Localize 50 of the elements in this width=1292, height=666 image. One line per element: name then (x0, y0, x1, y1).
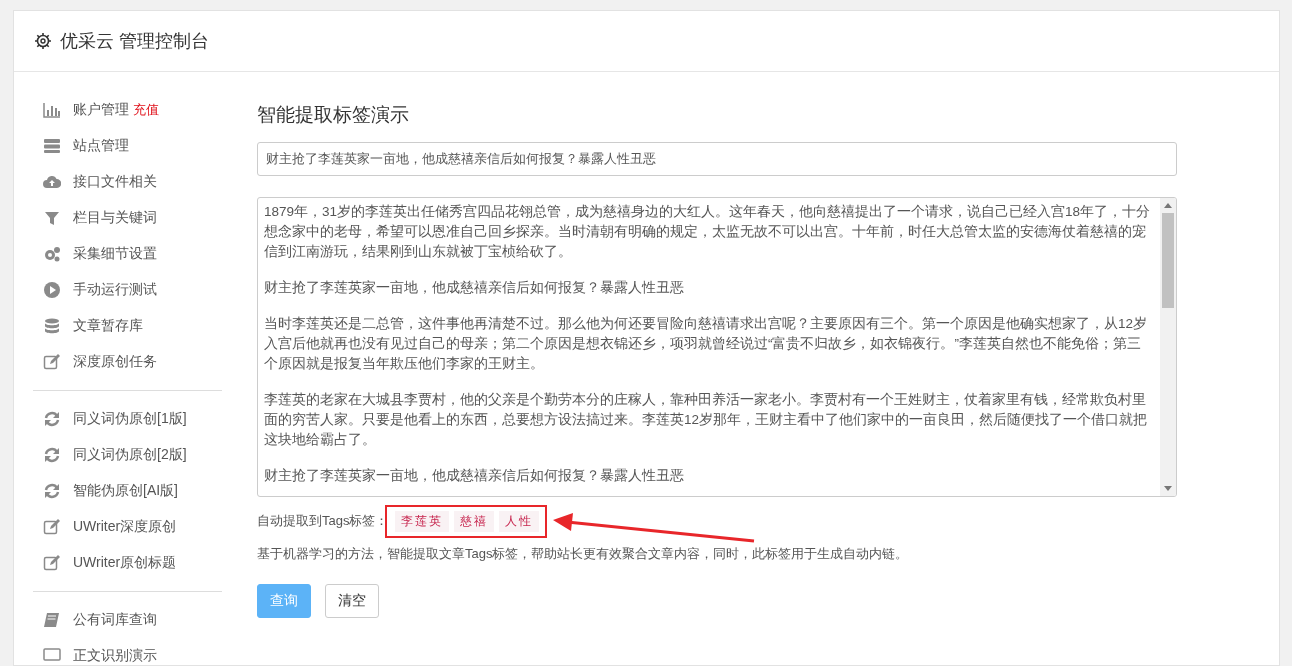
sidebar-link[interactable]: 文章暂存库 (73, 317, 143, 335)
edit-icon (43, 518, 61, 536)
sidebar-link[interactable]: UWriter深度原创 (73, 518, 177, 536)
refresh-icon (43, 446, 61, 464)
title-input-field[interactable]: 财主抢了李莲英家一亩地，他成慈禧亲信后如何报复？暴露人性丑恶 (257, 142, 1177, 176)
tags-label: 自动提取到Tags标签： (257, 512, 389, 530)
play-icon (43, 281, 61, 299)
sidebar-link[interactable]: UWriter原创标题 (73, 554, 177, 572)
edit-icon (43, 554, 61, 572)
cloud-upload-icon (43, 173, 61, 191)
tag: 人性 (499, 510, 540, 532)
scroll-up-arrow-icon[interactable] (1164, 203, 1172, 208)
scroll-down-arrow-icon[interactable] (1164, 486, 1172, 491)
sidebar-link[interactable]: 手动运行测试 (73, 281, 157, 299)
settings-icon (34, 32, 52, 50)
sidebar-link[interactable]: 同义词伪原创[2版] (73, 446, 187, 464)
section-heading: 智能提取标签演示 (257, 103, 410, 127)
description-text: 基于机器学习的方法，智能提取文章Tags标签，帮助站长更有效聚合文章内容，同时，此标签用于生成自动内链。 (257, 545, 910, 563)
edit-icon (43, 353, 61, 371)
article-paragraph: 当时李莲英还是二总管，这件事他再清楚不过。那么他为何还要冒险向慈禧请求出宫呢？主要原因有三个。第一个原因是他确实想家了，从12岁入宫后他就再也没有见过自己的母亲；第二个原因是想衣锦还乡，项羽就曾经说过“富贵不归故乡，如衣锦夜行。”李莲英自然也不能免俗；第三个原因就是报复当年欺压他们李家的王财主。 (264, 315, 1149, 373)
database-icon (43, 317, 61, 335)
bar-chart-icon (43, 101, 61, 119)
article-paragraph: 1879年，31岁的李莲英出任储秀宫四品花翎总管，成为慈禧身边的大红人。这年春天，他向慈禧提出了一个请求，说自己已经入宫18年了，十分想念家中的老母，希望可以恩准自己回乡探亲。当时清朝有明确的规定，太监无故不可以出宫。十年前，时任大总管太监的安德海仗着慈禧的宠信到江南游玩，结果刚到山东就被丁宝桢给砍了。 (264, 203, 1152, 261)
sidebar-link[interactable]: 采集细节设置 (73, 245, 157, 263)
scrollbar-thumb[interactable] (1162, 213, 1174, 308)
article-paragraph: 李莲英的老家在大城县李贾村，他的父亲是个勤劳本分的庄稼人，靠种田养活一家老小。李贾村有一个王姓财主，仗着家里有钱，经常欺负村里面的穷苦人家。只要是他看上的东西，总要想方设法搞过来。李莲英12岁那年，王财主看中了他们家中的一亩良田，然后随便找了一个借口就把这块地给霸占了。 (264, 391, 1149, 449)
clear-button[interactable]: 清空 (325, 584, 379, 618)
book-icon (43, 611, 61, 629)
page-title: 优采云 管理控制台 (60, 30, 209, 53)
article-paragraph: 财主抢了李莲英家一亩地，他成慈禧亲信后如何报复？暴露人性丑恶 (264, 279, 685, 297)
refresh-icon (43, 482, 61, 500)
sidebar-link[interactable]: 同义词伪原创[1版] (73, 410, 187, 428)
article-paragraph: 财主抢了李莲英家一亩地，他成慈禧亲信后如何报复？暴露人性丑恶 (264, 467, 685, 485)
sidebar-link[interactable]: 智能伪原创[AI版] (73, 482, 178, 500)
article-text-field[interactable] (257, 197, 1177, 497)
filter-icon (43, 209, 61, 227)
gears-icon (43, 245, 61, 263)
sidebar-link[interactable]: 正文识别演示 (73, 647, 157, 665)
scrollbar[interactable] (1160, 198, 1176, 496)
tag: 李莲英 (395, 510, 450, 532)
server-icon (43, 137, 61, 155)
sidebar-link[interactable]: 接口文件相关 (73, 173, 157, 191)
sidebar-link[interactable]: 栏目与关键词 (73, 209, 157, 227)
sidebar-link[interactable]: 账户管理 (73, 101, 129, 119)
refresh-icon (43, 410, 61, 428)
sidebar-link[interactable]: 深度原创任务 (73, 353, 157, 371)
tag: 慈禧 (454, 510, 495, 532)
sidebar-link[interactable]: 站点管理 (73, 137, 129, 155)
recharge-link[interactable]: 充值 (133, 101, 159, 119)
sidebar-link[interactable]: 公有词库查询 (73, 611, 157, 629)
